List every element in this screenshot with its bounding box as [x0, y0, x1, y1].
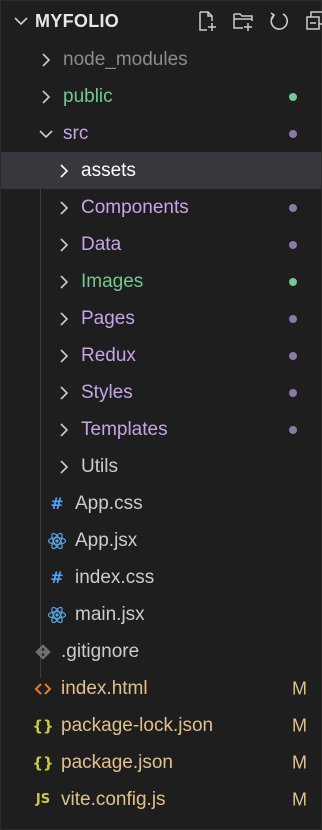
tree-item-gitignore[interactable]: .gitignore — [1, 633, 321, 670]
tree-item-index-html[interactable]: index.html M — [1, 670, 321, 707]
tree-item-main-jsx[interactable]: main.jsx — [1, 596, 321, 633]
tree-item-templates[interactable]: Templates — [1, 411, 321, 448]
tree-item-label: vite.config.js — [61, 788, 166, 810]
file-tree: node_modules public src assets Component… — [1, 41, 321, 818]
html-icon — [33, 679, 53, 699]
tree-item-index-css[interactable]: # index.css — [1, 559, 321, 596]
git-modified-badge: M — [292, 789, 307, 809]
collapse-all-icon[interactable] — [303, 9, 322, 33]
chevron-right-icon[interactable] — [55, 310, 73, 328]
chevron-right-icon[interactable] — [55, 421, 73, 439]
chevron-right-icon[interactable] — [37, 88, 55, 106]
chevron-right-icon[interactable] — [55, 273, 73, 291]
chevron-down-icon[interactable] — [13, 13, 29, 29]
chevron-right-icon[interactable] — [55, 458, 73, 476]
tree-item-label: node_modules — [63, 48, 188, 70]
tree-item-label: package.json — [61, 751, 173, 773]
tree-item-pages[interactable]: Pages — [1, 300, 321, 337]
tree-item-data[interactable]: Data — [1, 226, 321, 263]
git-modified-badge: M — [292, 752, 307, 772]
chevron-right-icon[interactable] — [55, 347, 73, 365]
git-status-dot — [289, 277, 297, 286]
git-status-dot — [289, 314, 297, 323]
tree-item-label: App.jsx — [75, 529, 138, 551]
json-icon: {} — [32, 716, 54, 735]
tree-item-label: main.jsx — [75, 603, 145, 625]
git-status-dot — [289, 425, 297, 434]
git-status-dot — [289, 129, 297, 138]
tree-item-src[interactable]: src — [1, 115, 321, 152]
new-file-icon[interactable] — [195, 9, 219, 33]
tree-item-images[interactable]: Images — [1, 263, 321, 300]
new-folder-icon[interactable] — [231, 9, 255, 33]
git-status-dot — [289, 240, 297, 249]
tree-item-app-jsx[interactable]: App.jsx — [1, 522, 321, 559]
file-explorer: MYFOLIO node_modules public src assets C… — [0, 0, 322, 830]
tree-item-label: .gitignore — [61, 640, 140, 662]
tree-item-package-lock-json[interactable]: {} package-lock.json M — [1, 707, 321, 744]
tree-item-label: src — [63, 122, 89, 144]
tree-item-label: Redux — [81, 344, 136, 366]
tree-item-label: assets — [81, 159, 136, 181]
tree-item-vite-config-js[interactable]: JS vite.config.js M — [1, 781, 321, 818]
tree-item-label: App.css — [75, 492, 143, 514]
git-status-dot — [289, 351, 297, 360]
tree-item-app-css[interactable]: # App.css — [1, 485, 321, 522]
tree-item-components[interactable]: Components — [1, 189, 321, 226]
tree-item-assets[interactable]: assets — [1, 152, 321, 189]
js-icon: JS — [35, 792, 51, 807]
css-hash-icon: # — [50, 568, 64, 587]
tree-item-styles[interactable]: Styles — [1, 374, 321, 411]
chevron-right-icon[interactable] — [55, 236, 73, 254]
json-icon: {} — [32, 753, 54, 772]
tree-item-node-modules[interactable]: node_modules — [1, 41, 321, 78]
tree-item-label: index.html — [61, 677, 148, 699]
git-modified-badge: M — [292, 715, 307, 735]
refresh-icon[interactable] — [267, 9, 291, 33]
tree-item-label: Components — [81, 196, 189, 218]
tree-item-label: Pages — [81, 307, 135, 329]
chevron-right-icon[interactable] — [37, 51, 55, 69]
git-status-dot — [289, 92, 297, 101]
chevron-right-icon[interactable] — [55, 162, 73, 180]
tree-item-label: Data — [81, 233, 122, 255]
tree-item-label: Images — [81, 270, 144, 292]
chevron-right-icon[interactable] — [55, 199, 73, 217]
tree-item-label: Templates — [81, 418, 168, 440]
explorer-title: MYFOLIO — [35, 10, 120, 31]
chevron-down-icon[interactable] — [37, 125, 55, 143]
react-icon — [47, 531, 67, 551]
explorer-header[interactable]: MYFOLIO — [1, 1, 322, 41]
tree-item-label: package-lock.json — [61, 714, 214, 736]
tree-item-public[interactable]: public — [1, 78, 321, 115]
react-icon — [47, 605, 67, 625]
tree-item-utils[interactable]: Utils — [1, 448, 321, 485]
tree-item-label: index.css — [75, 566, 155, 588]
git-modified-badge: M — [292, 678, 307, 698]
chevron-right-icon[interactable] — [55, 384, 73, 402]
explorer-actions — [195, 9, 322, 33]
tree-item-label: Utils — [81, 455, 118, 477]
tree-item-redux[interactable]: Redux — [1, 337, 321, 374]
css-hash-icon: # — [50, 494, 64, 513]
tree-item-label: public — [63, 85, 113, 107]
git-status-dot — [289, 203, 297, 212]
tree-item-package-json[interactable]: {} package.json M — [1, 744, 321, 781]
git-status-dot — [289, 388, 297, 397]
tree-item-label: Styles — [81, 381, 133, 403]
git-icon — [33, 642, 53, 662]
